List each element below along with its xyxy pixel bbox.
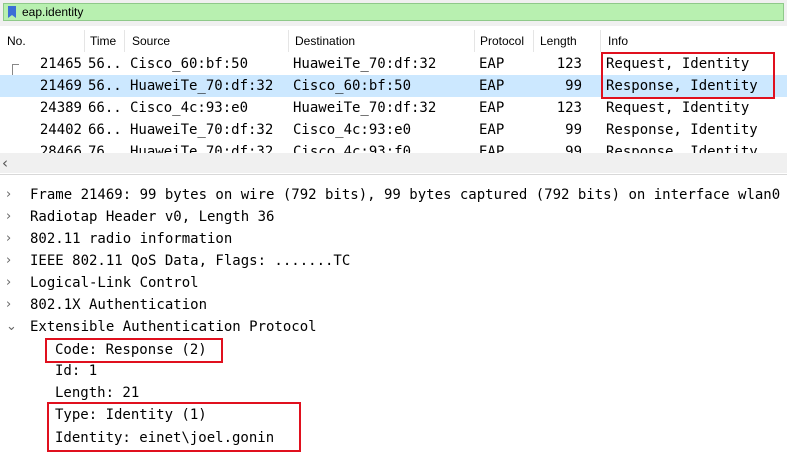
- packet-info: Response, Identity: [606, 144, 758, 153]
- column-header-source[interactable]: Source: [132, 30, 170, 52]
- display-filter-text: eap.identity: [22, 5, 84, 19]
- packet-length: 123: [556, 56, 582, 72]
- display-filter-input[interactable]: eap.identity: [3, 3, 784, 21]
- column-header-time[interactable]: Time: [90, 30, 116, 52]
- column-header-no[interactable]: No.: [7, 30, 26, 52]
- packet-protocol: EAP: [479, 78, 505, 94]
- packet-no: 24389: [39, 100, 82, 116]
- packet-source: Cisco_4c:93:e0: [130, 100, 249, 116]
- tree-item-frame[interactable]: › Frame 21469: 99 bytes on wire (792 bit…: [0, 184, 787, 206]
- tree-item-radiotap[interactable]: › Radiotap Header v0, Length 36: [0, 206, 787, 228]
- packet-time: 66...: [88, 100, 124, 116]
- eap-field-id[interactable]: Id: 1: [0, 360, 787, 382]
- packet-source: Cisco_60:bf:50: [130, 56, 249, 72]
- packet-no: 21465: [39, 56, 82, 72]
- tree-item-ieee80211[interactable]: › IEEE 802.11 QoS Data, Flags: .......TC: [0, 250, 787, 272]
- packet-no: 21469: [39, 78, 82, 94]
- column-header-destination[interactable]: Destination: [295, 30, 355, 52]
- highlight-box-info: [601, 52, 775, 99]
- packet-no: 28466: [39, 144, 82, 153]
- packet-row[interactable]: 24402 66... HuaweiTe_70:df:32 Cisco_4c:9…: [0, 119, 787, 141]
- packet-length: 99: [565, 144, 582, 153]
- horizontal-scrollbar[interactable]: ‹: [0, 153, 787, 173]
- packet-protocol: EAP: [479, 100, 505, 116]
- chevron-down-icon[interactable]: ⌄: [6, 316, 18, 338]
- packet-destination: Cisco_4c:93:e0: [293, 122, 412, 138]
- chevron-right-icon[interactable]: ›: [6, 272, 18, 294]
- packet-destination: Cisco_4c:93:f0: [293, 144, 412, 153]
- chevron-right-icon[interactable]: ›: [6, 184, 18, 206]
- chevron-right-icon[interactable]: ›: [6, 294, 18, 316]
- packet-row[interactable]: 24389 66... Cisco_4c:93:e0 HuaweiTe_70:d…: [0, 97, 787, 119]
- packet-time: 56...: [88, 56, 124, 72]
- column-header-info[interactable]: Info: [608, 30, 628, 52]
- chevron-right-icon[interactable]: ›: [6, 250, 18, 272]
- packet-destination: HuaweiTe_70:df:32: [293, 56, 437, 72]
- chevron-right-icon[interactable]: ›: [6, 206, 18, 228]
- column-header-length[interactable]: Length: [540, 30, 577, 52]
- packet-destination: HuaweiTe_70:df:32: [293, 100, 437, 116]
- packet-length: 99: [565, 122, 582, 138]
- packet-row[interactable]: 28466 76... HuaweiTe_70:df:32 Cisco_4c:9…: [0, 141, 787, 153]
- packet-time: 76...: [88, 144, 124, 153]
- packet-protocol: EAP: [479, 56, 505, 72]
- packet-info: Response, Identity: [606, 122, 758, 138]
- tree-item-radio-info[interactable]: › 802.11 radio information: [0, 228, 787, 250]
- packet-no: 24402: [39, 122, 82, 138]
- packet-protocol: EAP: [479, 122, 505, 138]
- highlight-box-code: [45, 338, 223, 363]
- packet-destination: Cisco_60:bf:50: [293, 78, 412, 94]
- highlight-box-type-identity: [47, 402, 301, 452]
- packet-source: HuaweiTe_70:df:32: [130, 122, 274, 138]
- tree-item-eap[interactable]: ⌄ Extensible Authentication Protocol: [0, 316, 787, 338]
- chevron-left-icon[interactable]: ‹: [2, 153, 8, 173]
- packet-info: Request, Identity: [606, 100, 750, 116]
- column-header-protocol[interactable]: Protocol: [480, 30, 524, 52]
- packet-time: 66...: [88, 122, 124, 138]
- pane-splitter[interactable]: [0, 174, 787, 183]
- tree-item-8021x[interactable]: › 802.1X Authentication: [0, 294, 787, 316]
- chevron-right-icon[interactable]: ›: [6, 228, 18, 250]
- packet-length: 123: [556, 100, 582, 116]
- packet-source: HuaweiTe_70:df:32: [130, 144, 274, 153]
- packet-protocol: EAP: [479, 144, 505, 153]
- bookmark-icon[interactable]: [8, 6, 16, 18]
- packet-length: 99: [565, 78, 582, 94]
- packet-time: 56...: [88, 78, 124, 94]
- tree-item-llc[interactable]: › Logical-Link Control: [0, 272, 787, 294]
- packet-source: HuaweiTe_70:df:32: [130, 78, 274, 94]
- eap-field-length[interactable]: Length: 21: [0, 382, 787, 404]
- display-filter-bar: eap.identity: [0, 0, 787, 26]
